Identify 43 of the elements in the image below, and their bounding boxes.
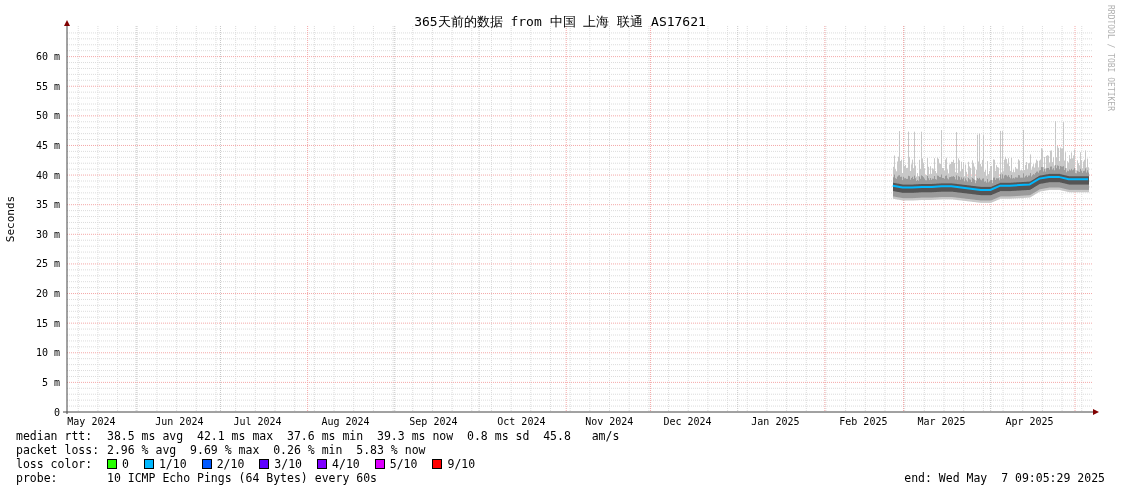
x-tick-label: Nov 2024 bbox=[585, 416, 634, 427]
y-axis-title: Seconds bbox=[4, 195, 17, 243]
credit-text: RRDTOOL / TOBI OETIKER bbox=[1106, 5, 1115, 111]
x-tick-label: Apr 2025 bbox=[1005, 416, 1054, 427]
legend-label: packet loss: bbox=[16, 443, 101, 457]
x-tick-label: Sep 2024 bbox=[409, 416, 458, 427]
y-tick-label: 60 m bbox=[35, 51, 60, 63]
y-tick-label: 45 m bbox=[35, 139, 60, 151]
x-tick-label: May 2024 bbox=[67, 416, 116, 427]
x-tick-label: Feb 2025 bbox=[839, 416, 888, 427]
x-tick-label: Mar 2025 bbox=[917, 416, 966, 427]
x-tick-label: Jun 2024 bbox=[155, 416, 204, 427]
y-tick-label: 25 m bbox=[35, 258, 60, 270]
end-time: end: Wed May 7 09:05:29 2025 bbox=[904, 471, 1105, 485]
legend-item-label: 4/10 bbox=[332, 457, 360, 471]
x-tick-label: Aug 2024 bbox=[321, 416, 370, 427]
y-tick-label: 0 bbox=[53, 406, 60, 418]
y-tick-label: 50 m bbox=[35, 110, 60, 122]
x-tick-label: Jan 2025 bbox=[751, 416, 800, 427]
y-tick-label: 20 m bbox=[35, 288, 60, 300]
y-tick-label: 30 m bbox=[35, 228, 60, 240]
legend-label: loss color: bbox=[16, 457, 94, 471]
legend-item-label: 9/10 bbox=[447, 457, 476, 471]
y-tick-label: 15 m bbox=[35, 317, 60, 329]
legend-item-label: 0 bbox=[122, 457, 129, 471]
median-rtt-stats: 38.5 ms avg 42.1 ms max 37.6 ms min 39.3 ms now 0.8 ms sd 45.8 am/s bbox=[107, 429, 620, 443]
legend-label: median rtt: bbox=[16, 429, 94, 443]
legend-item-label: 2/10 bbox=[216, 457, 245, 471]
x-tick-label: Dec 2024 bbox=[663, 416, 712, 427]
y-tick-label: 35 m bbox=[35, 199, 60, 211]
probe-text: 10 ICMP Echo Pings (64 Bytes) every 60s bbox=[107, 471, 378, 485]
y-tick-label: 5 m bbox=[41, 376, 60, 388]
chart-title: 365天前的数据 from 中国 上海 联通 AS17621 bbox=[414, 14, 706, 29]
y-tick-label: 10 m bbox=[35, 347, 60, 359]
legend-item-label: 1/10 bbox=[158, 457, 187, 471]
x-tick-label: Jul 2024 bbox=[233, 416, 282, 427]
legend-item-label: 3/10 bbox=[274, 457, 303, 471]
y-tick-label: 40 m bbox=[35, 169, 60, 181]
legend-item-label: 5/10 bbox=[389, 457, 418, 471]
y-tick-label: 55 m bbox=[35, 80, 60, 92]
legend-label: probe: bbox=[16, 471, 59, 485]
packet-loss-stats: 2.96 % avg 9.69 % max 0.26 % min 5.83 % now bbox=[107, 443, 426, 457]
x-tick-label: Oct 2024 bbox=[497, 416, 546, 427]
